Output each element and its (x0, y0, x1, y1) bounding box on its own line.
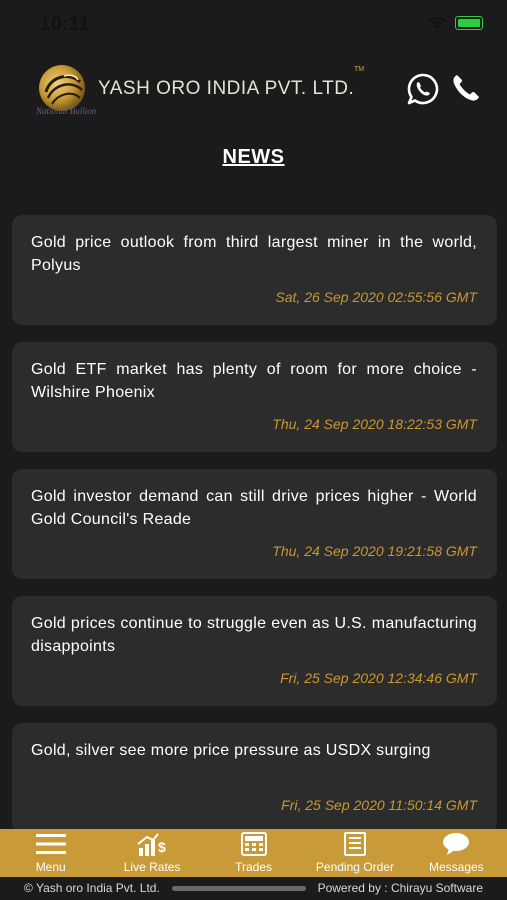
app-header: YASH ORO INDIA PVT. LTD. TM National Bul… (0, 58, 507, 122)
home-indicator[interactable] (172, 886, 306, 891)
news-item[interactable]: Gold investor demand can still drive pri… (12, 469, 497, 579)
nav-pending-order[interactable]: Pending Order (304, 829, 405, 877)
status-time: 10:11 (40, 14, 91, 35)
news-headline: Gold prices continue to struggle even as… (31, 615, 477, 655)
nav-label: Menu (35, 860, 66, 874)
news-item[interactable]: Gold price outlook from third largest mi… (12, 215, 497, 325)
battery-icon (455, 16, 483, 30)
status-bar: 10:11 (0, 0, 507, 48)
trademark-mark: TM (354, 66, 365, 73)
company-tagline: National Bullion (36, 106, 97, 116)
whatsapp-icon[interactable] (406, 72, 440, 106)
news-headline: Gold ETF market has plenty of room for m… (31, 361, 477, 401)
news-date: Sat, 26 Sep 2020 02:55:56 GMT (275, 289, 477, 305)
menu-icon (35, 834, 66, 854)
pending-order-icon (343, 832, 366, 856)
news-item[interactable]: Gold prices continue to struggle even as… (12, 596, 497, 706)
bottom-nav: Menu $ Live Rates Trades Pending Order M… (0, 829, 507, 877)
wifi-icon (428, 16, 446, 29)
nav-live-rates[interactable]: $ Live Rates (101, 829, 202, 877)
live-rates-icon: $ (137, 833, 166, 856)
nav-label: Pending Order (315, 860, 394, 874)
page-title: NEWS (222, 146, 285, 168)
nav-label: Trades (235, 860, 272, 874)
news-headline: Gold price outlook from third largest mi… (31, 234, 477, 274)
news-headline: Gold investor demand can still drive pri… (31, 488, 477, 528)
nav-menu[interactable]: Menu (0, 829, 101, 877)
status-icons (427, 16, 483, 30)
news-date: Thu, 24 Sep 2020 19:21:58 GMT (272, 543, 477, 559)
nav-label: Messages (428, 860, 484, 874)
company-name: YASH ORO INDIA PVT. LTD. (98, 78, 355, 99)
messages-icon (443, 833, 470, 855)
news-date: Fri, 25 Sep 2020 12:34:46 GMT (280, 670, 477, 686)
powered-by-text: Powered by : Chirayu Software (317, 881, 483, 895)
news-date: Thu, 24 Sep 2020 18:22:53 GMT (272, 416, 477, 432)
phone-icon[interactable] (450, 72, 482, 104)
svg-text:$: $ (158, 839, 166, 855)
nav-messages[interactable]: Messages (406, 829, 507, 877)
news-date: Fri, 25 Sep 2020 11:50:14 GMT (281, 797, 477, 813)
nav-label: Live Rates (123, 860, 181, 874)
news-headline: Gold, silver see more price pressure as … (31, 742, 431, 759)
news-list: Gold price outlook from third largest mi… (12, 215, 497, 850)
news-item[interactable]: Gold ETF market has plenty of room for m… (12, 342, 497, 452)
nav-trades[interactable]: Trades (203, 829, 304, 877)
news-item[interactable]: Gold, silver see more price pressure as … (12, 723, 497, 833)
copyright-text: © Yash oro India Pvt. Ltd. (24, 881, 160, 895)
trades-icon (240, 832, 267, 856)
